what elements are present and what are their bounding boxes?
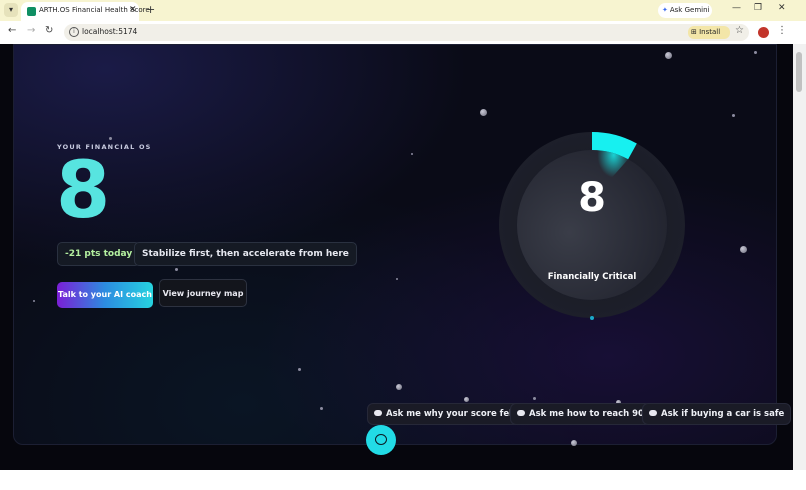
particle (533, 397, 536, 400)
bookmark-star-icon[interactable]: ☆ (735, 25, 744, 36)
particle (732, 114, 735, 117)
particle (480, 109, 487, 116)
gemini-sparkle-icon: ✦ (662, 6, 668, 14)
browser-tab[interactable]: ARTH.OS Financial Health Score ✕ (21, 2, 150, 21)
score-delta-badge: -21 pts today (57, 242, 141, 266)
particle (665, 52, 672, 59)
financial-score-value: 8 (56, 146, 111, 236)
page-viewport: YOUR FINANCIAL OS 8 -21 pts today Stabil… (0, 44, 793, 470)
particle (298, 368, 301, 371)
particle (571, 440, 577, 446)
suggestion-label: Ask if buying a car is safe (661, 409, 785, 419)
particle (109, 137, 112, 140)
ask-gemini-button[interactable]: ✦ Ask Gemini (658, 3, 712, 18)
journey-map-button[interactable]: View journey map (159, 279, 247, 307)
score-gauge (497, 130, 687, 320)
browser-toolbar: ← → ↻ i localhost:5174 ⊞ Install ☆ (0, 21, 806, 44)
gauge-status-label: Financially Critical (547, 272, 637, 282)
particle (411, 153, 413, 155)
suggestion-chip-score-fell[interactable]: Ask me why your score fell (367, 403, 522, 425)
tab-close-icon[interactable]: ✕ (129, 5, 137, 15)
chat-fab-button[interactable] (366, 425, 396, 455)
profile-avatar[interactable] (758, 27, 769, 38)
particle (740, 246, 747, 253)
particle (396, 384, 402, 390)
suggestion-chip-reach-90[interactable]: Ask me how to reach 90 (510, 403, 651, 425)
suggestion-chip-car[interactable]: Ask if buying a car is safe (642, 403, 792, 425)
install-label: Install (699, 28, 721, 36)
particle (33, 300, 35, 302)
tab-search-chevron-icon[interactable]: ▾ (4, 3, 18, 17)
ask-gemini-label: Ask Gemini (669, 6, 710, 14)
new-tab-button[interactable]: + (146, 3, 155, 16)
gauge-svg (499, 132, 685, 320)
particle (320, 407, 323, 410)
close-window-button[interactable]: ✕ (778, 3, 786, 13)
particle (175, 268, 178, 271)
scrollbar-thumb[interactable] (796, 52, 802, 92)
ai-coach-button[interactable]: Talk to your AI coach (57, 282, 153, 308)
maximize-button[interactable]: ❐ (754, 3, 762, 13)
particle (396, 278, 398, 280)
browser-menu-icon[interactable]: ⋮ (777, 25, 787, 36)
browser-tab-strip: ▾ ARTH.OS Financial Health Score ✕ + ✦ As… (0, 0, 806, 21)
install-icon: ⊞ (691, 28, 697, 36)
minimize-button[interactable]: — (732, 3, 741, 13)
url-text: localhost:5174 (82, 27, 138, 36)
forward-button[interactable]: → (27, 25, 35, 36)
suggestion-label: Ask me how to reach 90 (529, 409, 644, 419)
window-bottom-edge (0, 470, 806, 490)
reload-button[interactable]: ↻ (45, 25, 53, 36)
install-app-button[interactable]: ⊞ Install (688, 26, 730, 39)
back-button[interactable]: ← (8, 25, 16, 36)
chat-icon (375, 434, 387, 445)
chat-bubble-icon (374, 409, 382, 416)
page-scrollbar[interactable] (793, 44, 806, 470)
favicon-icon (27, 7, 36, 16)
address-bar[interactable]: i localhost:5174 ⊞ Install ☆ (64, 24, 749, 41)
site-info-icon[interactable]: i (69, 27, 79, 37)
gauge-score-value: 8 (578, 175, 606, 221)
particle (754, 51, 757, 54)
suggestion-label: Ask me why your score fell (386, 409, 515, 419)
particle (464, 397, 469, 402)
chat-bubble-icon (649, 409, 657, 416)
gauge-end-marker (590, 316, 594, 320)
strategy-tagline-badge: Stabilize first, then accelerate from he… (134, 242, 357, 266)
chat-bubble-icon (517, 409, 525, 416)
